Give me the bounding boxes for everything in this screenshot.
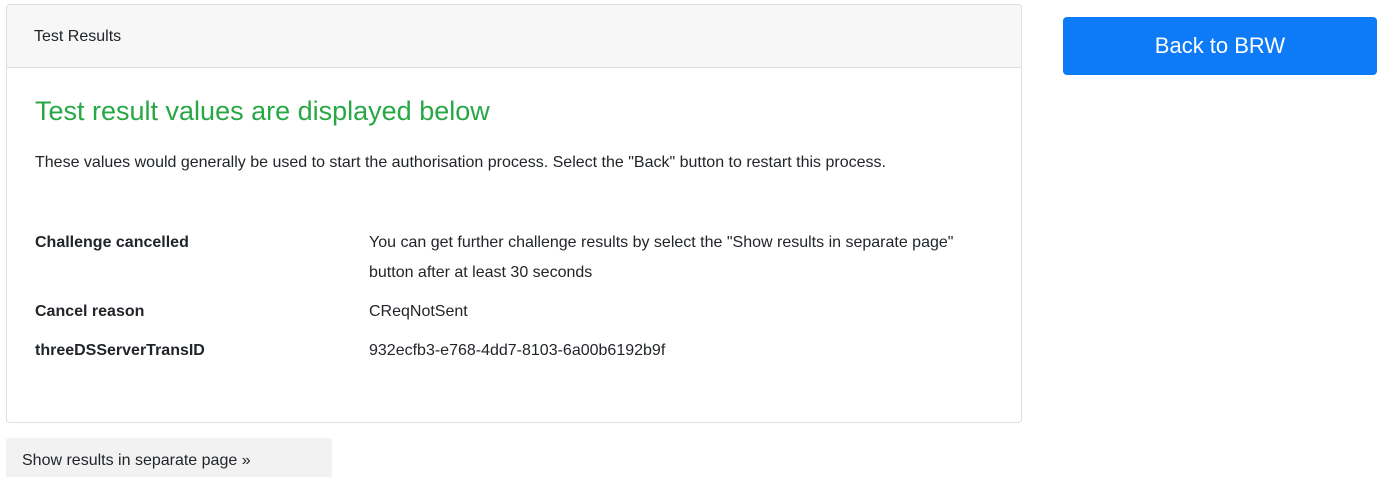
back-to-brw-button[interactable]: Back to BRW	[1063, 17, 1377, 75]
result-value: 932ecfb3-e768-4dd7-8103-6a00b6192b9f	[369, 342, 666, 359]
results-heading: Test result values are displayed below	[35, 96, 490, 126]
result-key: Challenge cancelled	[35, 234, 189, 251]
show-results-separate-page-button[interactable]: Show results in separate page »	[6, 438, 332, 477]
test-results-card: Test Results Test result values are disp…	[6, 4, 1022, 423]
result-key: threeDSServerTransID	[35, 342, 205, 359]
card-header: Test Results	[7, 5, 1021, 68]
result-value: You can get further challenge results by…	[369, 234, 954, 281]
result-key: Cancel reason	[35, 303, 145, 320]
result-value: CReqNotSent	[369, 303, 468, 320]
results-description: These values would generally be used to …	[35, 154, 886, 171]
